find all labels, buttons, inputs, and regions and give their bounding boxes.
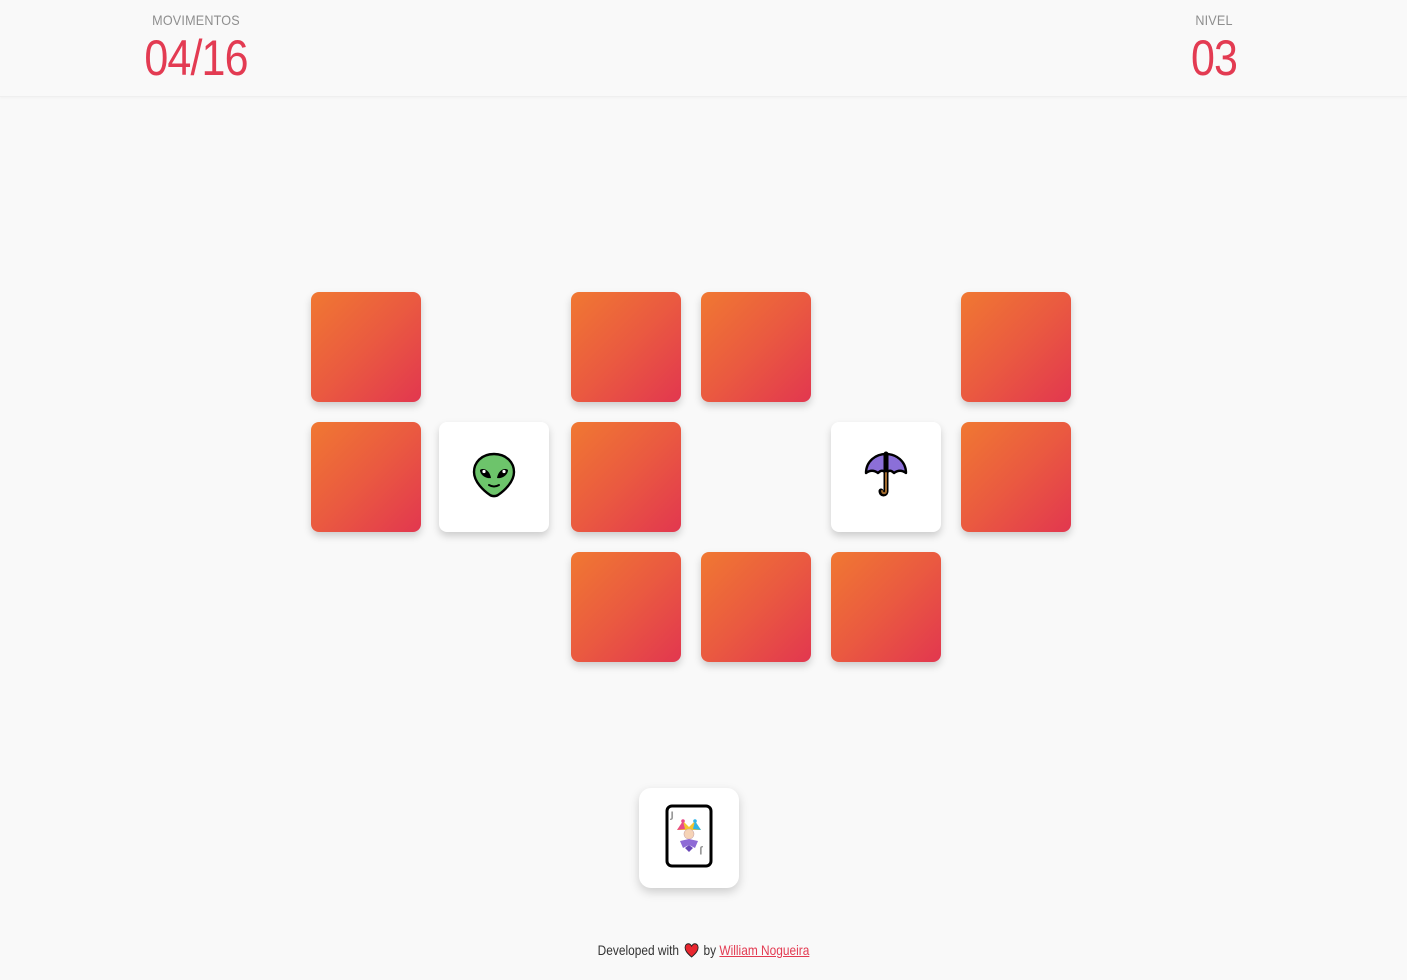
memory-card-revealed[interactable] bbox=[439, 422, 549, 532]
svg-text:J: J bbox=[670, 811, 674, 821]
memory-card[interactable] bbox=[571, 292, 681, 402]
memory-card[interactable] bbox=[571, 552, 681, 662]
memory-card[interactable] bbox=[311, 422, 421, 532]
memory-card[interactable] bbox=[571, 422, 681, 532]
memory-card[interactable] bbox=[701, 292, 811, 402]
svg-text:J: J bbox=[699, 845, 703, 855]
memory-card[interactable] bbox=[311, 292, 421, 402]
alien-icon bbox=[472, 451, 516, 504]
umbrella-icon bbox=[864, 451, 908, 504]
memory-card[interactable] bbox=[831, 552, 941, 662]
heart-icon bbox=[684, 943, 699, 963]
author-link[interactable]: William Nogueira bbox=[719, 942, 809, 958]
memory-card[interactable] bbox=[961, 292, 1071, 402]
memory-card-revealed[interactable] bbox=[831, 422, 941, 532]
joker-card-button[interactable]: J J bbox=[639, 788, 739, 888]
footer-by: by bbox=[703, 942, 717, 958]
joker-card-icon: J J bbox=[663, 803, 715, 874]
memory-card[interactable] bbox=[961, 422, 1071, 532]
footer-developed-with: Developed with bbox=[597, 942, 680, 958]
memory-card[interactable] bbox=[701, 552, 811, 662]
footer: Developed with by William Nogueira bbox=[0, 940, 1407, 963]
